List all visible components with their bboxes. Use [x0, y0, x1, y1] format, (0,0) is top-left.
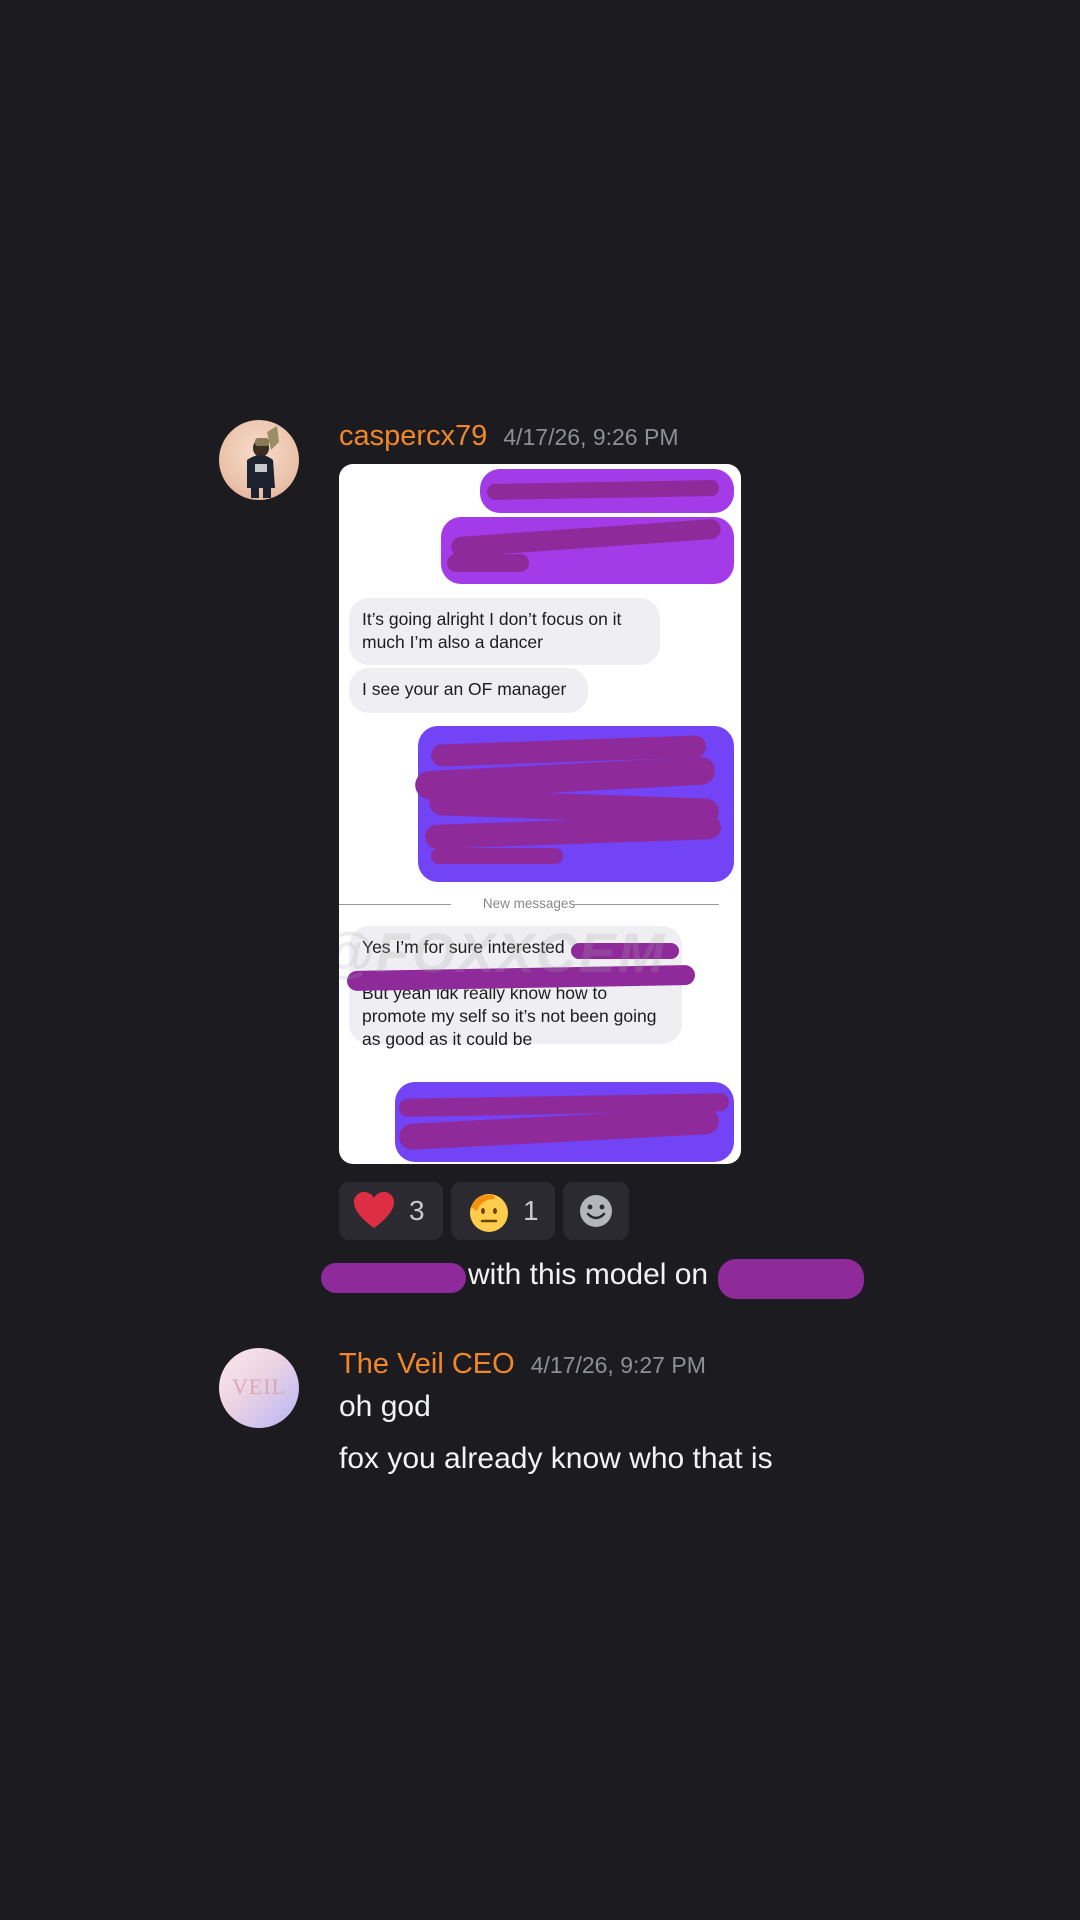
saluting-face-icon	[470, 1194, 508, 1232]
redaction-scribble	[718, 1259, 864, 1299]
incoming-text: It’s going alright I don’t focus on it m…	[362, 609, 622, 652]
message-text: oh god	[339, 1390, 431, 1423]
redaction-scribble	[447, 554, 529, 572]
attached-screenshot[interactable]: It’s going alright I don’t focus on it m…	[339, 464, 741, 1164]
message-header: caspercx79 4/17/26, 9:26 PM	[339, 420, 679, 460]
reaction-heart[interactable]: 3	[339, 1182, 443, 1240]
veil-logo: VEIL	[231, 1374, 287, 1399]
reactions-bar: 3 1	[339, 1182, 629, 1240]
reaction-count: 1	[523, 1195, 539, 1226]
username[interactable]: The Veil CEO	[339, 1348, 515, 1381]
message-header: The Veil CEO 4/17/26, 9:27 PM	[339, 1348, 706, 1388]
message-text: with this model on	[468, 1258, 709, 1291]
message-text: fox you already know who that is	[339, 1442, 773, 1475]
timestamp: 4/17/26, 9:26 PM	[503, 424, 679, 450]
watermark-text: @FOXXCEM	[339, 921, 667, 984]
redaction-scribble	[321, 1263, 466, 1293]
add-reaction-button[interactable]	[563, 1182, 629, 1240]
add-reaction-icon	[580, 1195, 612, 1227]
user-avatar-the-veil-ceo[interactable]: VEIL	[219, 1348, 299, 1428]
timestamp: 4/17/26, 9:27 PM	[530, 1352, 706, 1378]
red-heart-icon	[354, 1192, 394, 1228]
user-avatar-caspercx79[interactable]	[219, 420, 299, 500]
username[interactable]: caspercx79	[339, 420, 487, 453]
incoming-bubble: I see your an OF manager	[349, 668, 588, 713]
reaction-salute[interactable]: 1	[451, 1182, 555, 1240]
incoming-text: But yeah idk really know how to promote …	[362, 983, 657, 1049]
person-photo-icon	[247, 426, 279, 498]
new-messages-divider: New messages	[339, 896, 719, 912]
reaction-count: 3	[409, 1195, 425, 1226]
incoming-bubble: It’s going alright I don’t focus on it m…	[349, 598, 660, 665]
redaction-scribble	[431, 848, 563, 864]
incoming-text: I see your an OF manager	[362, 679, 567, 699]
